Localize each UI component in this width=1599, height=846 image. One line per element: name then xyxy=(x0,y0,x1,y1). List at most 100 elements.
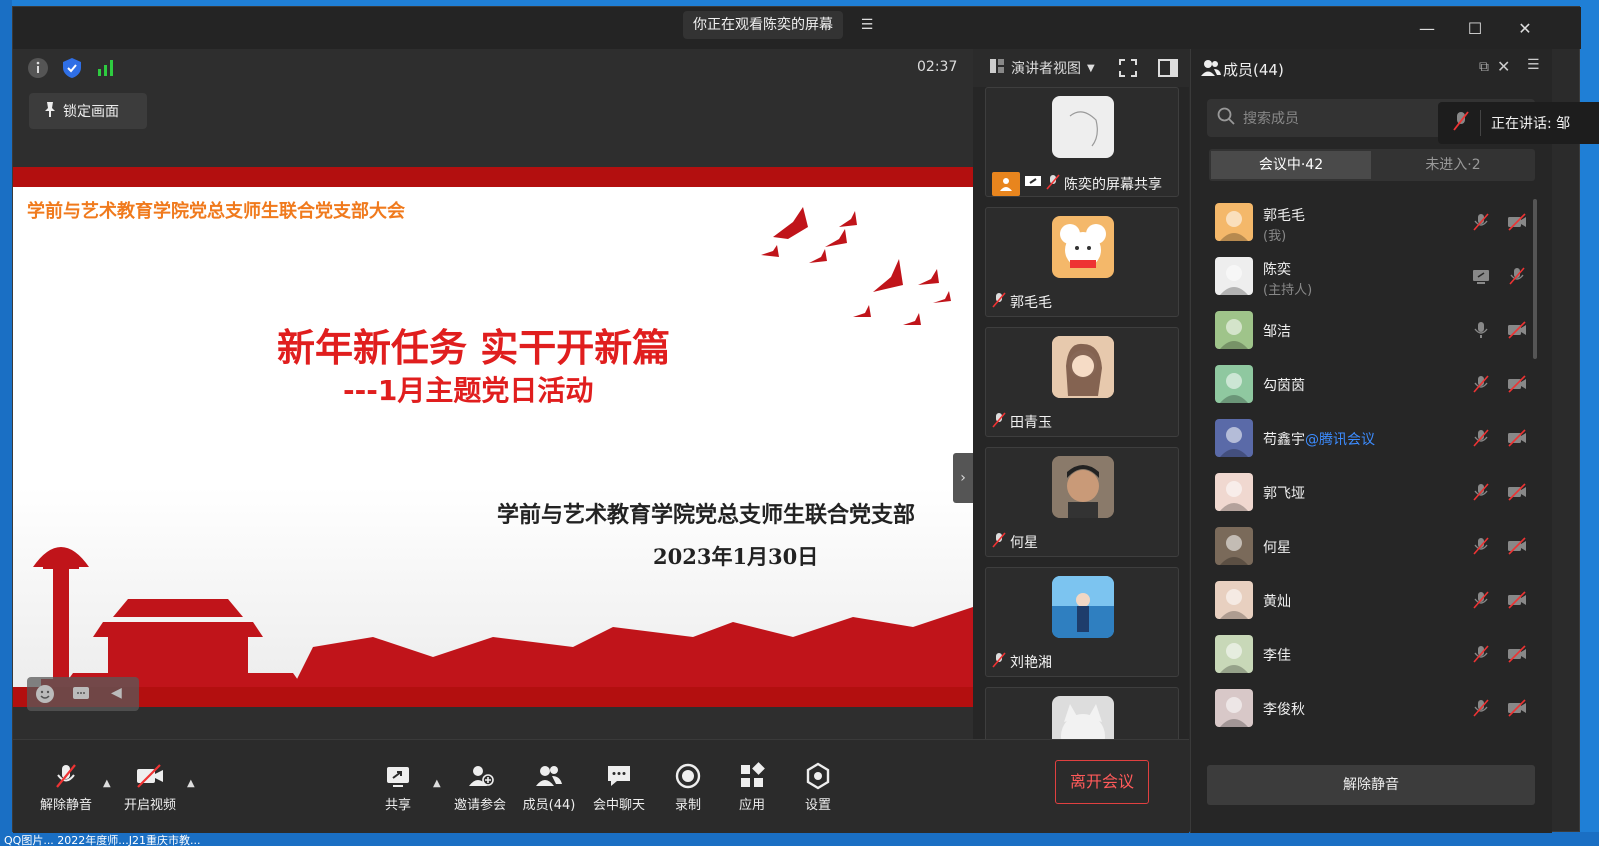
video-tile[interactable]: 郭毛毛 xyxy=(985,207,1179,317)
maximize-button[interactable]: ☐ xyxy=(1463,17,1487,41)
info-icon[interactable] xyxy=(27,57,49,79)
share-button[interactable]: 共享 xyxy=(363,762,433,813)
member-row[interactable]: 苟鑫宇@腾讯会议 xyxy=(1207,411,1533,465)
close-panel-icon[interactable]: ✕ xyxy=(1497,57,1510,76)
avatar xyxy=(1215,581,1253,619)
avatar xyxy=(1215,527,1253,565)
mic-muted-icon[interactable] xyxy=(1471,428,1491,448)
video-tile[interactable]: 刘艳湘 xyxy=(985,567,1179,677)
avatar xyxy=(1215,365,1253,403)
shared-slide: 学前与艺术教育学院党总支师生联合党支部大会 新年新任务 实干开新篇 ---1月主… xyxy=(13,167,973,707)
panel-header: 成员(44) ⧉ ✕ ☰ xyxy=(1191,49,1553,87)
tab-not-joined[interactable]: 未进入·2 xyxy=(1373,151,1533,179)
video-options-caret[interactable]: ▲ xyxy=(187,778,195,789)
view-mode-dropdown[interactable]: 演讲者视图 ▼ xyxy=(989,57,1095,79)
speaking-label: 正在讲话: 邹 xyxy=(1491,116,1571,132)
share-options-caret[interactable]: ▲ xyxy=(433,778,441,789)
video-tile[interactable]: 陈奕的屏幕共享 xyxy=(985,87,1179,197)
member-name-text: 黄灿 xyxy=(1263,594,1291,610)
video-strip: 陈奕的屏幕共享 郭毛毛 田青玉 何星 刘艳湘 xyxy=(973,87,1189,739)
member-row[interactable]: 李俊秋 xyxy=(1207,681,1533,735)
mic-muted-icon[interactable] xyxy=(1471,644,1491,664)
member-name-text: 陈奕 xyxy=(1263,262,1291,278)
leave-meeting-button[interactable]: 离开会议 xyxy=(1055,760,1149,804)
camera-off-icon[interactable] xyxy=(1507,590,1527,610)
member-row[interactable]: 郭毛毛 (我) xyxy=(1207,195,1533,249)
member-name: 郭飞垭 xyxy=(1263,483,1305,503)
tiananmen-illustration xyxy=(63,599,303,687)
screen-share-icon[interactable] xyxy=(1471,266,1491,286)
member-row[interactable]: 郭飞垭 xyxy=(1207,465,1533,519)
record-button[interactable]: 录制 xyxy=(653,762,723,813)
title-menu-icon[interactable]: ☰ xyxy=(855,13,879,37)
member-name-text: 郭飞垭 xyxy=(1263,486,1305,502)
apps-icon xyxy=(741,762,765,787)
mic-muted-icon[interactable] xyxy=(1471,698,1491,718)
video-tile[interactable]: 田青玉 xyxy=(985,327,1179,437)
member-row[interactable]: 陈奕 (主持人) xyxy=(1207,249,1533,303)
member-row[interactable]: 何星 xyxy=(1207,519,1533,573)
sidebar-toggle-icon[interactable] xyxy=(1157,57,1179,79)
emoji-icon[interactable] xyxy=(35,684,55,708)
fullscreen-icon[interactable] xyxy=(1117,57,1139,79)
mic-muted-icon[interactable] xyxy=(1471,482,1491,502)
chat-button[interactable]: 会中聊天 xyxy=(584,762,654,813)
mic-muted-icon[interactable] xyxy=(1507,266,1527,286)
member-role: (主持人) xyxy=(1263,283,1313,298)
camera-off-icon[interactable] xyxy=(1507,698,1527,718)
desktop-background xyxy=(0,0,12,846)
apps-button[interactable]: 应用 xyxy=(717,762,787,813)
members-button[interactable]: 成员(44) xyxy=(514,762,584,813)
video-tile[interactable]: 何星 xyxy=(985,447,1179,557)
member-name-text: 李俊秋 xyxy=(1263,702,1305,718)
avatar xyxy=(1215,311,1253,349)
screen-share-icon xyxy=(1024,174,1042,194)
chat-bubble-icon[interactable] xyxy=(71,684,91,708)
mic-muted-icon[interactable] xyxy=(1471,536,1491,556)
mic-muted-icon[interactable] xyxy=(1471,374,1491,394)
unmute-all-button[interactable]: 解除静音 xyxy=(1207,765,1535,805)
stage-topbar: 02:37 演讲者视图 ▼ xyxy=(13,49,1189,87)
gear-icon xyxy=(806,762,830,790)
popout-icon[interactable]: ⧉ xyxy=(1479,59,1489,75)
reaction-bar[interactable]: ◀ xyxy=(27,677,139,711)
avatar xyxy=(1052,576,1114,638)
video-tile[interactable] xyxy=(985,687,1179,739)
camera-off-icon[interactable] xyxy=(1507,320,1527,340)
mic-muted-icon[interactable] xyxy=(1471,212,1491,232)
unmute-button[interactable]: 解除静音 xyxy=(31,762,101,813)
camera-off-icon[interactable] xyxy=(1507,428,1527,448)
record-icon xyxy=(675,763,701,789)
tab-in-meeting[interactable]: 会议中·42 xyxy=(1211,151,1371,179)
lock-screen-label: 锁定画面 xyxy=(63,104,119,120)
panel-menu-icon[interactable]: ☰ xyxy=(1527,57,1540,73)
collapse-left-icon[interactable]: ◀ xyxy=(111,685,122,701)
camera-off-icon[interactable] xyxy=(1507,212,1527,232)
camera-off-icon[interactable] xyxy=(1507,644,1527,664)
camera-off-icon[interactable] xyxy=(1507,536,1527,556)
signal-icon[interactable] xyxy=(95,57,117,79)
mic-icon[interactable] xyxy=(1471,320,1491,340)
camera-off-icon[interactable] xyxy=(1507,482,1527,502)
great-wall-illustration xyxy=(293,607,973,687)
member-row[interactable]: 黄灿 xyxy=(1207,573,1533,627)
close-button[interactable]: ✕ xyxy=(1513,17,1537,41)
member-row[interactable]: 勾茵茵 xyxy=(1207,357,1533,411)
minimize-button[interactable]: — xyxy=(1415,17,1439,41)
member-name: 李佳 xyxy=(1263,645,1291,665)
invite-button[interactable]: 邀请参会 xyxy=(445,762,515,813)
slide-title: 新年新任务 实干开新篇 xyxy=(277,325,671,370)
mic-muted-icon[interactable] xyxy=(1471,590,1491,610)
camera-off-icon[interactable] xyxy=(1507,374,1527,394)
member-list-scrollbar[interactable] xyxy=(1533,199,1537,359)
lock-screen-button[interactable]: 锁定画面 xyxy=(29,93,147,129)
avatar xyxy=(1215,473,1253,511)
strip-collapse-button[interactable]: › xyxy=(953,453,973,503)
shield-icon[interactable] xyxy=(61,57,83,79)
audio-options-caret[interactable]: ▲ xyxy=(103,778,111,789)
member-list: 郭毛毛 (我) 陈奕 (主持人) 邹洁 勾茵茵 苟鑫宇@腾讯会议郭飞垭何星黄灿李佳李俊秋 xyxy=(1207,195,1533,755)
member-row[interactable]: 邹洁 xyxy=(1207,303,1533,357)
member-row[interactable]: 李佳 xyxy=(1207,627,1533,681)
settings-button[interactable]: 设置 xyxy=(783,762,853,813)
start-video-button[interactable]: 开启视频 xyxy=(115,762,185,813)
